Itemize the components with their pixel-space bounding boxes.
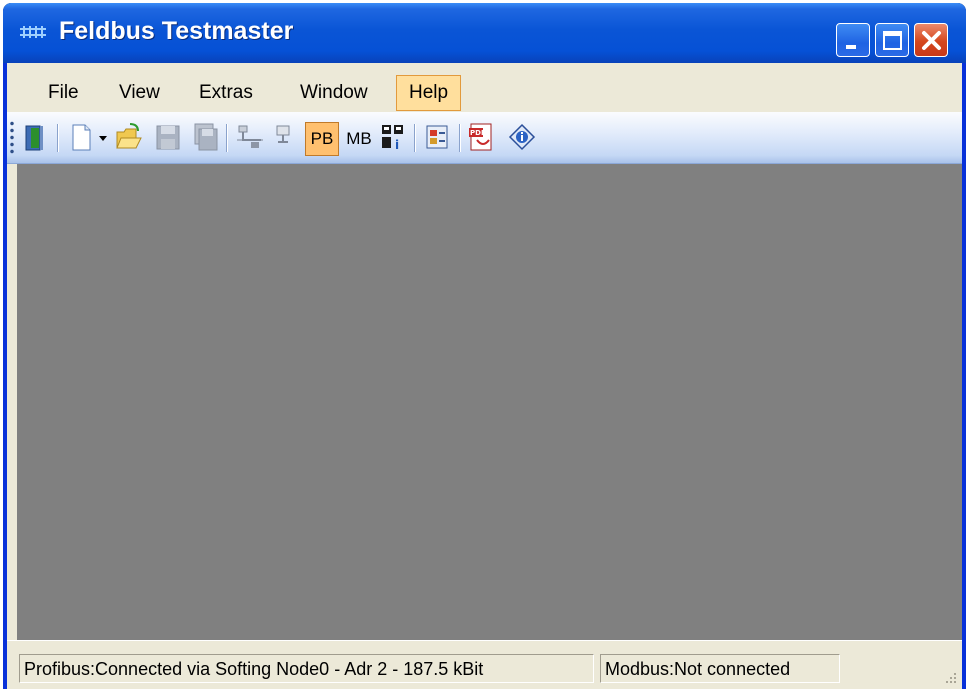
toolbar-separator <box>414 124 415 152</box>
menu-window[interactable]: Window <box>288 75 380 111</box>
mdi-left-edge <box>7 164 17 640</box>
client-area: File View Extras Window Help PB MB i PDF… <box>7 63 962 689</box>
close-button[interactable] <box>914 23 948 57</box>
pb-toggle-button[interactable]: PB <box>305 122 339 156</box>
status-modbus: Modbus:Not connected <box>600 654 840 683</box>
about-info-icon[interactable] <box>507 118 537 156</box>
window-border-right <box>962 63 966 689</box>
svg-text:i: i <box>395 138 399 152</box>
toolbar: PB MB i PDF <box>7 112 962 164</box>
maximize-button[interactable] <box>875 23 909 57</box>
menu-bar: File View Extras Window Help <box>7 63 962 112</box>
menu-file[interactable]: File <box>36 75 91 111</box>
size-grip-icon[interactable] <box>942 669 958 685</box>
open-folder-icon[interactable] <box>113 118 143 156</box>
status-profibus: Profibus:Connected via Softing Node0 - A… <box>19 654 594 683</box>
mdi-workspace[interactable] <box>17 164 962 640</box>
device-config-icon[interactable]: i <box>378 118 408 156</box>
menu-help[interactable]: Help <box>396 75 462 111</box>
save-icon[interactable] <box>152 118 182 156</box>
svg-text:PDF: PDF <box>470 129 486 137</box>
close-icon <box>922 31 941 50</box>
toolbar-separator <box>226 124 227 152</box>
status-bar: Profibus:Connected via Softing Node0 - A… <box>7 640 962 689</box>
feldbus-logo-icon <box>20 26 46 38</box>
save-all-icon[interactable] <box>190 118 220 156</box>
menu-extras[interactable]: Extras <box>187 75 265 111</box>
minimize-icon <box>846 45 856 49</box>
maximize-icon <box>883 31 902 50</box>
title-bar[interactable]: Feldbus Testmaster <box>3 3 966 63</box>
toolbar-separator <box>459 124 460 152</box>
toolbar-separator <box>57 124 58 152</box>
network-connect-icon[interactable] <box>235 118 265 156</box>
menu-view[interactable]: View <box>107 75 172 111</box>
exit-door-icon[interactable] <box>20 118 50 156</box>
minimize-button[interactable] <box>836 23 870 57</box>
new-document-icon[interactable] <box>66 118 96 156</box>
pdf-manual-icon[interactable]: PDF <box>467 118 497 156</box>
dropdown-arrow-icon[interactable] <box>96 118 110 156</box>
mb-toggle-button[interactable]: MB <box>342 122 376 156</box>
window-title: Feldbus Testmaster <box>59 17 294 45</box>
network-disconnect-icon[interactable] <box>269 118 297 156</box>
slave-config-icon[interactable] <box>422 118 452 156</box>
main-window: Feldbus Testmaster File View Extras Wind… <box>3 3 966 689</box>
toolbar-grip[interactable] <box>10 120 14 154</box>
